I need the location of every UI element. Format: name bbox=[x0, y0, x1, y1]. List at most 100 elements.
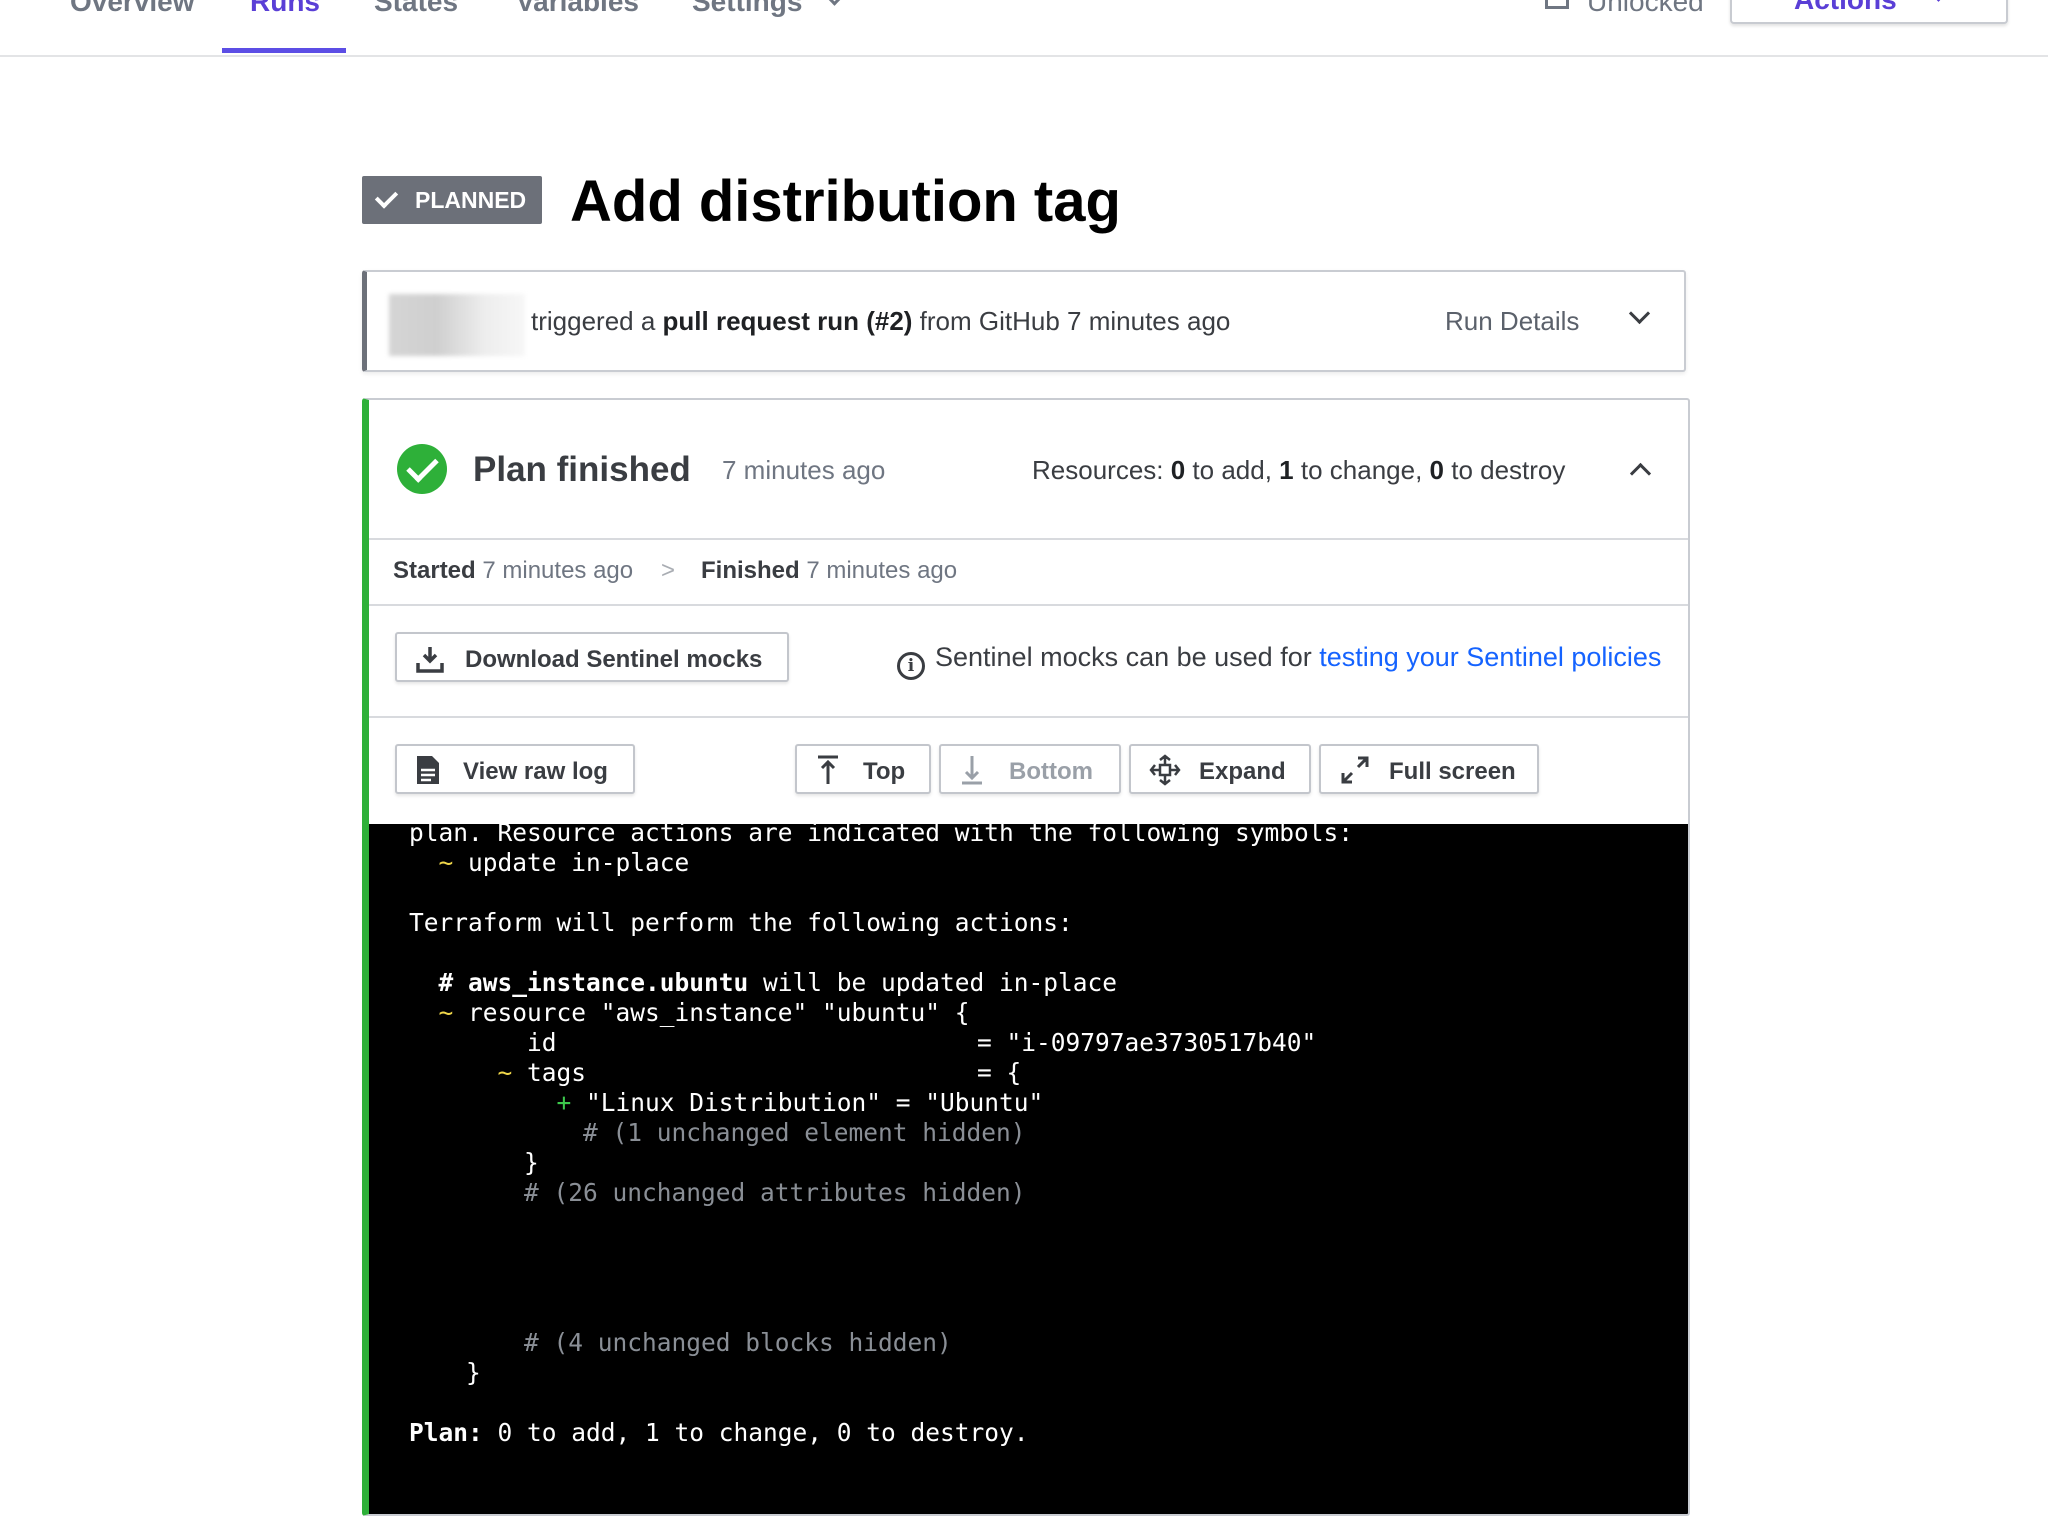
run-details-toggle[interactable]: Run Details bbox=[1445, 306, 1579, 337]
tab-settings-label: Settings bbox=[692, 0, 803, 17]
scroll-top-button[interactable]: Top bbox=[795, 744, 931, 794]
download-sentinel-mocks-button[interactable]: Download Sentinel mocks bbox=[395, 632, 789, 682]
resources-add-count: 0 bbox=[1170, 455, 1186, 485]
active-tab-indicator bbox=[222, 48, 346, 53]
plan-summary-text: 0 to add, 1 to change, 0 to destroy. bbox=[482, 1418, 1029, 1447]
full-screen-button[interactable]: Full screen bbox=[1319, 744, 1539, 794]
finished-time: 7 minutes ago bbox=[806, 557, 958, 584]
arrow-down-to-line-icon bbox=[962, 756, 982, 785]
sentinel-info: i Sentinel mocks can be used for testing … bbox=[897, 642, 1661, 680]
log-line: # (26 unchanged attributes hidden) bbox=[524, 1178, 1026, 1207]
resources-destroy-count: 0 bbox=[1429, 455, 1444, 485]
update-symbol: ~ bbox=[497, 1058, 513, 1087]
log-line: ~ tags bbox=[409, 1058, 587, 1088]
resources-destroy-label: to destroy bbox=[1444, 455, 1566, 485]
download-icon bbox=[416, 647, 444, 673]
expand-button[interactable]: Expand bbox=[1129, 744, 1311, 794]
lock-status[interactable]: Unlocked bbox=[1545, 0, 1704, 18]
log-line: + "Linux Distribution" = "Ubuntu" bbox=[409, 1088, 1044, 1118]
scroll-bottom-button[interactable]: Bottom bbox=[939, 744, 1121, 794]
trigger-card: triggered a pull request run (#2) from G… bbox=[362, 270, 1686, 372]
tab-overview[interactable]: Overview bbox=[70, 0, 195, 26]
status-badge: PLANNED bbox=[362, 176, 542, 224]
lock-status-label: Unlocked bbox=[1587, 0, 1704, 17]
chevron-down-icon[interactable] bbox=[1628, 302, 1651, 325]
status-badge-label: PLANNED bbox=[415, 186, 527, 213]
chevron-down-icon bbox=[825, 0, 845, 6]
resources-add-label: to add, bbox=[1185, 455, 1280, 485]
view-raw-log-button[interactable]: View raw log bbox=[395, 744, 635, 794]
scroll-top-label: Top bbox=[863, 758, 906, 785]
arrow-up-to-line-icon bbox=[818, 755, 838, 784]
started-time: 7 minutes ago bbox=[482, 557, 634, 584]
view-raw-log-label: View raw log bbox=[463, 758, 608, 785]
tab-states[interactable]: States bbox=[374, 0, 458, 26]
top-navigation: Overview Runs States Variables Settings … bbox=[0, 0, 2048, 57]
document-icon bbox=[417, 756, 439, 784]
log-line: # aws_instance.ubuntu will be updated in… bbox=[409, 968, 1118, 998]
log-text: "Linux Distribution" = "Ubuntu" bbox=[571, 1088, 1044, 1117]
log-line: id bbox=[409, 1028, 557, 1058]
resources-change-count: 1 bbox=[1279, 455, 1294, 485]
plan-timeline: Started 7 minutes ago > Finished 7 minut… bbox=[369, 538, 1688, 606]
tab-variables[interactable]: Variables bbox=[516, 0, 639, 26]
plan-header: Plan finished 7 minutes ago Resources: 0… bbox=[369, 400, 1688, 540]
plan-card: Plan finished 7 minutes ago Resources: 0… bbox=[362, 398, 1690, 1516]
log-controls: View raw log Top Bottom Expand Full scre… bbox=[369, 718, 1688, 824]
log-text: # bbox=[438, 968, 469, 997]
log-line: ~ resource "aws_instance" "ubuntu" { bbox=[409, 998, 970, 1028]
add-symbol: + bbox=[556, 1088, 572, 1117]
log-line: Plan: 0 to add, 1 to change, 0 to destro… bbox=[409, 1418, 1029, 1448]
trigger-prefix: triggered a bbox=[531, 306, 663, 336]
log-line: plan. Resource actions are indicated wit… bbox=[409, 824, 1354, 847]
log-line: = "i-09797ae3730517b40" bbox=[977, 1028, 1317, 1057]
log-line: # (4 unchanged blocks hidden) bbox=[524, 1328, 952, 1357]
log-text: resource "aws_instance" "ubuntu" { bbox=[453, 998, 970, 1027]
log-text: update in-place bbox=[453, 848, 690, 877]
expand-label: Expand bbox=[1199, 758, 1286, 785]
started-label: Started bbox=[393, 557, 476, 584]
log-line: } bbox=[524, 1148, 539, 1177]
log-line: ~ update in-place bbox=[409, 848, 690, 878]
trigger-suffix: from GitHub 7 minutes ago bbox=[912, 306, 1231, 336]
full-screen-icon bbox=[1341, 756, 1369, 784]
avatar bbox=[389, 294, 525, 356]
page-title: Add distribution tag bbox=[570, 169, 1121, 234]
timeline-separator: > bbox=[661, 557, 676, 584]
attr-key: tags bbox=[512, 1058, 587, 1087]
plan-summary-label: Plan: bbox=[409, 1418, 483, 1447]
check-icon bbox=[374, 185, 399, 209]
update-symbol: ~ bbox=[438, 998, 454, 1027]
resources-prefix: Resources: bbox=[1032, 455, 1171, 485]
info-icon: i bbox=[897, 652, 925, 680]
log-line: } bbox=[466, 1358, 481, 1387]
plan-log-terminal[interactable]: plan. Resource actions are indicated wit… bbox=[369, 824, 1688, 1514]
log-text: will be updated in-place bbox=[748, 968, 1118, 997]
trigger-text: triggered a pull request run (#2) from G… bbox=[531, 306, 1230, 337]
finished-info: Finished 7 minutes ago bbox=[701, 557, 957, 585]
log-line: Terraform will perform the following act… bbox=[409, 908, 1073, 937]
full-screen-label: Full screen bbox=[1389, 758, 1516, 785]
log-line: = { bbox=[977, 1058, 1022, 1087]
chevron-up-icon[interactable] bbox=[1629, 462, 1652, 485]
attr-key: id bbox=[527, 1028, 557, 1057]
update-symbol: ~ bbox=[438, 848, 454, 877]
expand-icon bbox=[1149, 754, 1181, 786]
sentinel-info-text: Sentinel mocks can be used for bbox=[935, 642, 1320, 672]
sentinel-policies-link[interactable]: testing your Sentinel policies bbox=[1319, 642, 1661, 672]
lock-icon bbox=[1545, 0, 1569, 9]
resource-name: aws_instance.ubuntu bbox=[468, 968, 749, 997]
actions-button[interactable]: Actions bbox=[1730, 0, 2008, 24]
tab-runs[interactable]: Runs bbox=[250, 0, 320, 26]
plan-time: 7 minutes ago bbox=[722, 455, 886, 485]
finished-label: Finished bbox=[701, 557, 800, 584]
tab-settings[interactable]: Settings bbox=[692, 0, 845, 26]
resources-change-label: to change, bbox=[1293, 455, 1430, 485]
plan-title: Plan finished bbox=[473, 450, 691, 489]
resources-summary: Resources: 0 to add, 1 to change, 0 to d… bbox=[1032, 455, 1565, 486]
download-sentinel-mocks-label: Download Sentinel mocks bbox=[465, 646, 763, 673]
actions-label: Actions bbox=[1794, 0, 1897, 16]
run-type: pull request run (#2) bbox=[662, 306, 913, 336]
sentinel-mocks-row: Download Sentinel mocks i Sentinel mocks … bbox=[369, 606, 1688, 718]
success-check-icon bbox=[397, 444, 447, 494]
